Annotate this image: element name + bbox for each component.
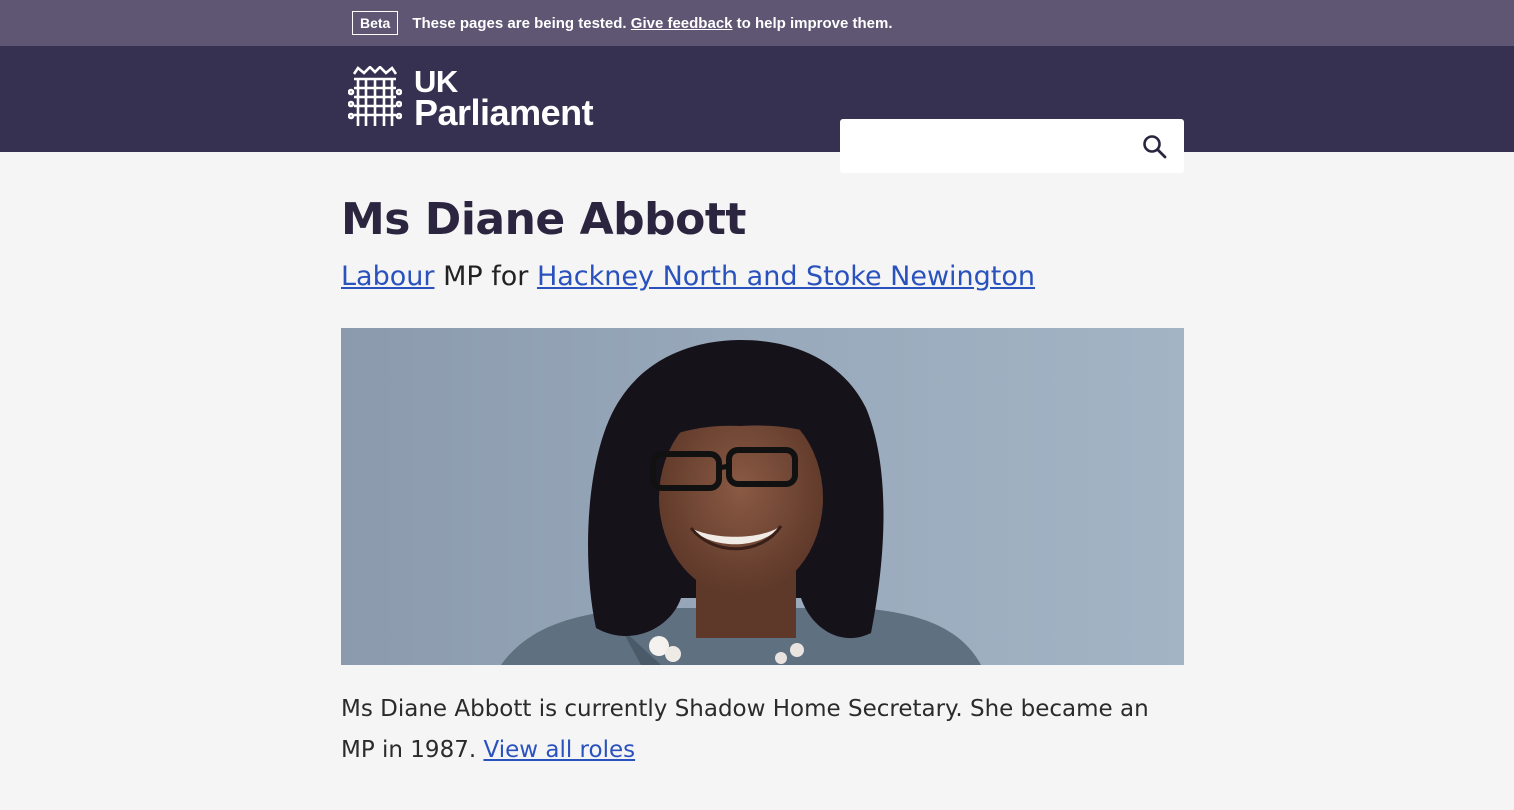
- mp-for-text: MP for: [443, 261, 529, 292]
- bio-text: Ms Diane Abbott is currently Shadow Home…: [341, 696, 1149, 763]
- beta-text: These pages are being tested.: [412, 14, 627, 32]
- view-all-roles-link[interactable]: View all roles: [483, 737, 635, 763]
- beta-text-after: to help improve them.: [736, 14, 893, 32]
- beta-banner: Beta These pages are being tested. Give …: [0, 0, 1514, 46]
- member-bio: Ms Diane Abbott is currently Shadow Home…: [341, 689, 1184, 771]
- logo-line-parliament: Parliament: [414, 92, 594, 133]
- member-subtitle: Labour MP for Hackney North and Stoke Ne…: [341, 261, 1184, 292]
- member-portrait: [341, 328, 1184, 665]
- site-header: UK Parliament: [0, 46, 1514, 173]
- give-feedback-link[interactable]: Give feedback: [631, 15, 733, 32]
- beta-tag: Beta: [352, 11, 399, 35]
- page-title: Ms Diane Abbott: [341, 194, 746, 245]
- portcullis-icon: [348, 66, 402, 126]
- party-link[interactable]: Labour: [341, 261, 434, 292]
- main-content: Ms Diane Abbott Labour MP for Hackney No…: [341, 152, 1184, 771]
- constituency-link[interactable]: Hackney North and Stoke Newington: [537, 261, 1035, 292]
- uk-parliament-logo[interactable]: UK Parliament: [348, 66, 594, 133]
